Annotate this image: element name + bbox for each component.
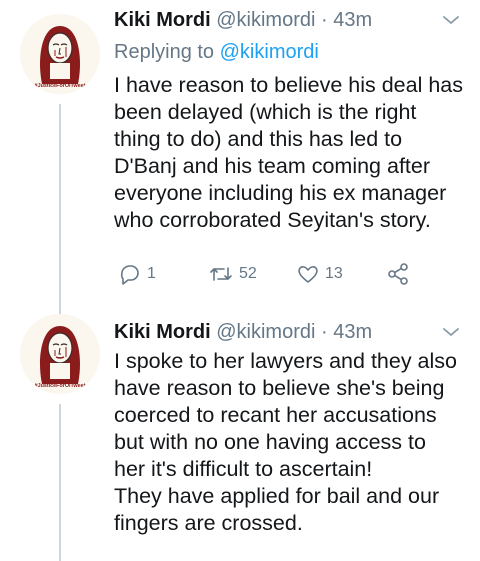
timestamp[interactable]: 43m	[333, 9, 372, 31]
avatar[interactable]: #JusticeForOlTweet	[20, 14, 100, 94]
tweet-actions: 1 52 13	[114, 262, 434, 286]
separator-dot: ·	[321, 9, 328, 31]
avatar[interactable]: #JusticeForOlTweet	[20, 314, 100, 394]
avatar-caption: #JusticeForOlTweet	[35, 83, 86, 89]
tweet[interactable]: #JusticeForOlTweet Kiki Mordi @kikimordi…	[0, 310, 480, 561]
share-button[interactable]	[386, 262, 410, 286]
reply-count: 1	[147, 265, 156, 282]
reply-button[interactable]: 1	[118, 262, 156, 286]
like-icon	[296, 262, 320, 286]
display-name[interactable]: Kiki Mordi	[114, 9, 211, 31]
tweet-text: I have reason to believe his deal has be…	[114, 73, 464, 232]
tweet[interactable]: #JusticeForOlTweet Kiki Mordi @kikimordi…	[0, 0, 480, 310]
like-button[interactable]: 13	[296, 262, 343, 286]
chevron-down-icon[interactable]	[439, 10, 463, 30]
avatar-caption: #JusticeForOlTweet	[35, 383, 86, 389]
retweet-icon	[208, 262, 234, 286]
separator-dot: ·	[321, 321, 328, 343]
tweet-header: Kiki Mordi @kikimordi · 43m	[114, 320, 372, 344]
reply-context: Replying to @kikimordi	[114, 40, 319, 64]
tweet-header: Kiki Mordi @kikimordi · 43m	[114, 8, 372, 32]
retweet-button[interactable]: 52	[208, 262, 257, 286]
share-icon	[386, 262, 410, 286]
user-handle[interactable]: @kikimordi	[216, 321, 315, 343]
tweet-text: I spoke to her lawyers and they also hav…	[114, 349, 457, 535]
reply-handle-link[interactable]: @kikimordi	[220, 41, 319, 63]
retweet-count: 52	[239, 265, 257, 282]
chevron-down-icon[interactable]	[439, 322, 463, 342]
display-name[interactable]: Kiki Mordi	[114, 321, 211, 343]
timestamp[interactable]: 43m	[333, 321, 372, 343]
reply-prefix: Replying to	[114, 41, 215, 63]
like-count: 13	[325, 265, 343, 282]
reply-icon	[118, 262, 142, 286]
user-handle[interactable]: @kikimordi	[216, 9, 315, 31]
